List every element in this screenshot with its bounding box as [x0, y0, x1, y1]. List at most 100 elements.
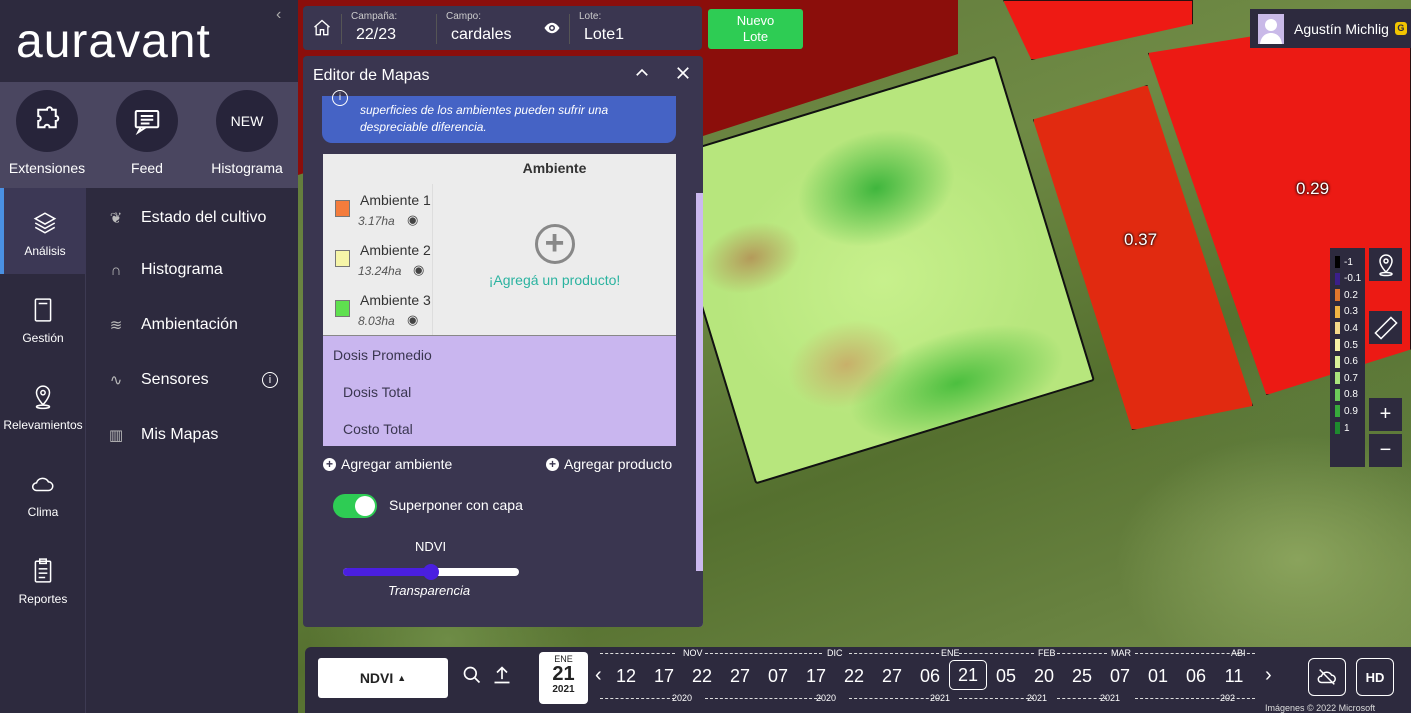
slider-thumb[interactable]	[423, 564, 439, 580]
legend-entry: 0.3	[1335, 305, 1358, 318]
submenu-item-estado-cultivo[interactable]: ❦ Estado del cultivo	[86, 198, 298, 238]
search-icon[interactable]	[462, 665, 482, 691]
legend-label: 1	[1344, 422, 1350, 434]
chevron-right-icon[interactable]: ›	[1265, 664, 1272, 687]
puzzle-icon	[16, 90, 78, 152]
location-pin-button[interactable]	[1369, 248, 1402, 281]
close-icon[interactable]	[674, 64, 692, 88]
ambiente-row[interactable]: Ambiente 1 3.17ha ◉	[323, 184, 433, 234]
lote-selector[interactable]: Lote: Lote1	[579, 6, 689, 50]
rail-item-clima[interactable]: Clima	[0, 449, 86, 535]
timeline-divider	[959, 653, 1034, 654]
submenu-item-sensores[interactable]: ∿ Sensores i	[86, 360, 298, 400]
agregar-ambiente-label: Agregar ambiente	[341, 456, 453, 472]
lote-value: Lote1	[584, 26, 625, 43]
eye-icon[interactable]	[543, 6, 567, 50]
rail-item-relevamientos[interactable]: Relevamientos	[0, 362, 86, 448]
legend-swatch	[1335, 422, 1340, 434]
chevron-up-icon[interactable]	[633, 64, 651, 88]
extensiones-button[interactable]: Extensiones	[2, 90, 92, 176]
collapse-sidebar-icon[interactable]: ‹	[276, 6, 281, 24]
ambiente-color-swatch[interactable]	[335, 200, 350, 217]
ambientes-list: Ambiente 1 3.17ha ◉ Ambiente 2 13.24ha ◉…	[323, 184, 433, 335]
timeline-day[interactable]: 27	[873, 666, 911, 687]
timeline-month-label: DIC	[827, 648, 843, 658]
submenu-item-mis-mapas[interactable]: ▥ Mis Mapas	[86, 415, 298, 455]
home-button[interactable]	[303, 6, 341, 50]
timeline-month-label: FEB	[1038, 648, 1056, 658]
submenu-item-histograma[interactable]: ∩ Histograma	[86, 250, 298, 290]
ambiente-color-swatch[interactable]	[335, 300, 350, 317]
timeline-day[interactable]: 07	[759, 666, 797, 687]
nuevo-lote-button[interactable]: Nuevo Lote	[708, 9, 803, 49]
rail-label: Clima	[27, 505, 59, 519]
add-product-area[interactable]: + ¡Agregá un producto!	[433, 224, 676, 288]
selected-date-card[interactable]: ENE 21 2021	[539, 652, 588, 704]
layers-icon	[4, 210, 86, 236]
dosis-promedio-label: Dosis Promedio	[333, 347, 432, 363]
nuevo-lote-label: Nuevo Lote	[736, 13, 775, 44]
timeline-day[interactable]: 17	[645, 666, 683, 687]
rail-label: Gestión	[22, 331, 64, 345]
ambiente-row[interactable]: Ambiente 2 13.24ha ◉	[323, 234, 433, 284]
feed-button[interactable]: Feed	[102, 90, 192, 176]
new-badge: NEW	[216, 90, 278, 152]
timeline-day[interactable]: 07	[1101, 666, 1139, 687]
minus-icon: −	[1379, 439, 1392, 461]
cloud-filter-button[interactable]	[1308, 658, 1346, 696]
eye-icon[interactable]: ◉	[407, 212, 418, 228]
histograma-quick-button[interactable]: NEW Histograma	[202, 90, 292, 176]
rail-item-reportes[interactable]: Reportes	[0, 536, 86, 622]
legend-swatch	[1335, 256, 1340, 268]
ruler-button[interactable]	[1369, 311, 1402, 344]
timeline-day[interactable]: 25	[1063, 666, 1101, 687]
layer-dropdown[interactable]: NDVI ▲	[318, 658, 448, 698]
scrollbar-gap	[696, 571, 703, 627]
transparency-slider[interactable]	[343, 564, 519, 580]
submenu-label: Ambientación	[141, 316, 238, 333]
timeline-divider	[600, 698, 675, 699]
plus-circle-icon: +	[546, 457, 559, 471]
dosis-summary: Dosis Promedio Dosis Total Costo Total	[323, 335, 676, 446]
selected-year: 2021	[552, 684, 575, 695]
timeline-day[interactable]: 06	[911, 666, 949, 687]
timeline-day[interactable]: 11	[1215, 666, 1253, 687]
plus-circle-icon[interactable]: +	[534, 224, 575, 264]
chevron-left-icon[interactable]: ‹	[595, 664, 602, 687]
quick-action-label: Feed	[131, 160, 163, 176]
timeline-day[interactable]: 01	[1139, 666, 1177, 687]
info-icon[interactable]: i	[262, 372, 278, 388]
add-product-text[interactable]: ¡Agregá un producto!	[433, 272, 676, 288]
submenu-item-ambientacion[interactable]: ≋ Ambientación	[86, 305, 298, 345]
overlay-toggle[interactable]	[333, 494, 377, 518]
timeline-day[interactable]: 05	[987, 666, 1025, 687]
timeline-day[interactable]: 27	[721, 666, 759, 687]
upload-icon[interactable]	[492, 665, 512, 691]
timeline-day[interactable]: 17	[797, 666, 835, 687]
timeline-day[interactable]: 21	[949, 660, 987, 690]
campana-label: Campaña:	[351, 11, 398, 22]
timeline-day[interactable]: 22	[683, 666, 721, 687]
eye-icon[interactable]: ◉	[407, 312, 418, 328]
agregar-ambiente-button[interactable]: + Agregar ambiente	[323, 456, 452, 472]
timeline-day[interactable]: 12	[607, 666, 645, 687]
chat-icon	[116, 90, 178, 152]
quick-action-label: Extensiones	[8, 160, 86, 176]
user-menu[interactable]: Agustín Michlig G	[1250, 9, 1411, 48]
legend-label: -0.1	[1344, 273, 1362, 285]
eye-icon[interactable]: ◉	[413, 262, 424, 278]
timeline-day[interactable]: 22	[835, 666, 873, 687]
hd-button[interactable]: HD	[1356, 658, 1394, 696]
ambiente-area: 3.17ha	[358, 214, 395, 228]
timeline-day[interactable]: 20	[1025, 666, 1063, 687]
ambiente-row[interactable]: Ambiente 3 8.03ha ◉	[323, 284, 433, 334]
ambiente-color-swatch[interactable]	[335, 250, 350, 267]
agregar-producto-label: Agregar producto	[564, 456, 673, 472]
agregar-producto-button[interactable]: + Agregar producto	[546, 456, 672, 472]
rail-item-analisis[interactable]: Análisis	[0, 188, 86, 274]
zoom-out-button[interactable]: −	[1369, 434, 1402, 467]
rail-item-gestion[interactable]: Gestión	[0, 275, 86, 361]
zoom-in-button[interactable]: +	[1369, 398, 1402, 431]
timeline-day[interactable]: 06	[1177, 666, 1215, 687]
campana-selector[interactable]: Campaña: 22/23	[351, 6, 436, 50]
